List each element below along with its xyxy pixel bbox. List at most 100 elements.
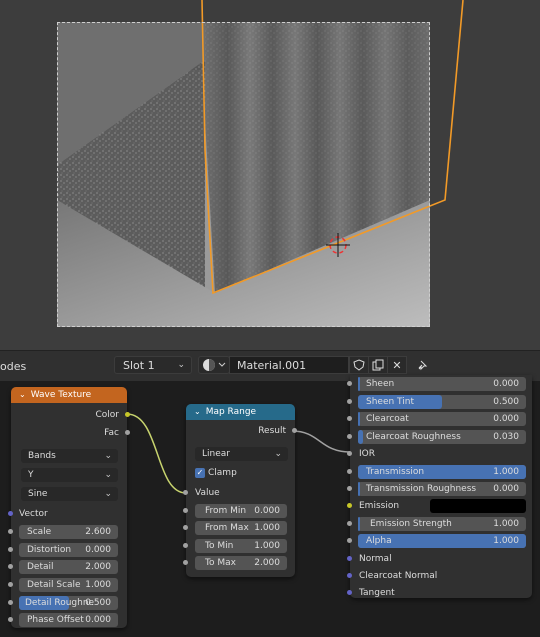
link-color-to-value: [126, 413, 187, 494]
fake-user-button[interactable]: [349, 356, 369, 374]
input-vector-socket[interactable]: [8, 511, 13, 516]
detail-field[interactable]: Detail 2.000: [19, 560, 118, 574]
slot-label: Slot 1: [123, 359, 155, 372]
link-result-to-ior: [291, 430, 351, 453]
detail-roughness-field[interactable]: Detail Roughne 0.500: [19, 596, 118, 610]
to-min-value: 1.000: [254, 541, 280, 551]
clearcoat-normal-socket[interactable]: [347, 573, 352, 578]
output-color-socket[interactable]: [125, 412, 130, 417]
sheen-socket[interactable]: [347, 381, 352, 386]
clamp-checkbox[interactable]: ✓: [195, 468, 205, 478]
to-max-socket[interactable]: [183, 560, 188, 565]
interpolation-dropdown[interactable]: Linear ⌄: [195, 447, 288, 461]
clearcoat-roughness-fill: [358, 430, 364, 444]
3d-viewport[interactable]: [0, 0, 540, 350]
from-max-value: 1.000: [254, 523, 280, 533]
ior-label: IOR: [359, 449, 375, 459]
to-max-label: To Max: [205, 558, 236, 568]
detail-socket[interactable]: [8, 564, 13, 569]
normal-socket[interactable]: [347, 556, 352, 561]
from-max-socket[interactable]: [183, 525, 188, 530]
chevron-down-icon: ⌄: [177, 360, 185, 370]
emission-socket[interactable]: [347, 503, 352, 508]
sheen-tint-field[interactable]: Sheen Tint 0.500: [358, 395, 526, 409]
transmission-roughness-field[interactable]: Transmission Roughness 0.000: [358, 482, 526, 496]
material-name-field[interactable]: Material.001: [229, 356, 349, 374]
distortion-socket[interactable]: [8, 547, 13, 552]
sheen-label: Sheen: [366, 379, 395, 389]
output-result-socket[interactable]: [292, 428, 297, 433]
transmission-roughness-value: 0.000: [493, 484, 519, 494]
map-range-node[interactable]: ⌄ Map Range Result Linear ⌄ ✓ Clamp Value …: [183, 404, 297, 577]
detail-scale-label: Detail Scale: [27, 580, 81, 590]
detail-scale-socket[interactable]: [8, 582, 13, 587]
clearcoat-value: 0.000: [493, 414, 519, 424]
to-min-field[interactable]: To Min 1.000: [195, 539, 287, 553]
phase-offset-socket[interactable]: [8, 617, 13, 622]
wave-texture-node[interactable]: ⌄ Wave Texture Color Fac Bands ⌄ Y ⌄ Sine ⌄ …: [8, 387, 130, 628]
emission-strength-field[interactable]: Emission Strength 1.000: [358, 517, 526, 531]
interpolation-value: Linear: [202, 449, 230, 459]
unlink-material-button[interactable]: ✕: [387, 356, 407, 374]
duplicate-icon: [372, 359, 384, 371]
principled-bsdf-node[interactable]: Sheen 0.000 Sheen Tint 0.500 Clearcoat 0.00…: [347, 375, 532, 598]
detail-scale-field[interactable]: Detail Scale 1.000: [19, 578, 118, 592]
tangent-socket[interactable]: [347, 590, 352, 595]
clearcoat-roughness-label: Clearcoat Roughness: [366, 432, 461, 442]
detail-roughness-socket[interactable]: [8, 600, 13, 605]
from-min-field[interactable]: From Min 0.000: [195, 504, 287, 518]
material-sphere-icon: [203, 359, 226, 371]
alpha-label: Alpha: [366, 536, 392, 546]
emission-color-swatch[interactable]: [430, 499, 526, 513]
sheen-tint-socket[interactable]: [347, 399, 352, 404]
scale-label: Scale: [27, 527, 52, 537]
chevron-down-icon: ⌄: [104, 489, 112, 499]
from-min-socket[interactable]: [183, 508, 188, 513]
distortion-field[interactable]: Distortion 0.000: [19, 543, 118, 557]
clearcoat-fill: [358, 412, 360, 426]
clearcoat-roughness-socket[interactable]: [347, 434, 352, 439]
chevron-down-icon: ⌄: [104, 451, 112, 461]
phase-offset-field[interactable]: Phase Offset 0.000: [19, 613, 118, 627]
from-max-field[interactable]: From Max 1.000: [195, 521, 287, 535]
clearcoat-normal-label: Clearcoat Normal: [359, 571, 438, 581]
alpha-field[interactable]: Alpha 1.000: [358, 534, 526, 548]
clearcoat-field[interactable]: Clearcoat 0.000: [358, 412, 526, 426]
wave-type-value: Bands: [28, 451, 56, 461]
map-range-header[interactable]: ⌄ Map Range: [186, 404, 295, 420]
emission-strength-socket[interactable]: [347, 521, 352, 526]
transmission-socket[interactable]: [347, 469, 352, 474]
pin-button[interactable]: [412, 356, 432, 374]
scale-field[interactable]: Scale 2.600: [19, 525, 118, 539]
transmission-roughness-socket[interactable]: [347, 486, 352, 491]
transmission-roughness-label: Transmission Roughness: [366, 484, 477, 494]
transmission-label: Transmission: [366, 467, 425, 477]
to-min-socket[interactable]: [183, 543, 188, 548]
input-value-socket[interactable]: [183, 490, 188, 495]
sheen-fill: [358, 377, 360, 391]
to-max-field[interactable]: To Max 2.000: [195, 556, 287, 570]
profile-dropdown[interactable]: Sine ⌄: [21, 487, 118, 501]
sheen-tint-value: 0.500: [493, 397, 519, 407]
clearcoat-roughness-field[interactable]: Clearcoat Roughness 0.030: [358, 430, 526, 444]
wave-type-dropdown[interactable]: Bands ⌄: [21, 449, 118, 463]
scale-socket[interactable]: [8, 529, 13, 534]
emission-label: Emission: [359, 501, 400, 511]
node-editor-canvas[interactable]: ⌄ Wave Texture Color Fac Bands ⌄ Y ⌄ Sine ⌄ …: [0, 375, 540, 637]
output-fac-socket[interactable]: [125, 430, 130, 435]
collapse-chevron-icon[interactable]: ⌄: [194, 404, 201, 420]
alpha-socket[interactable]: [347, 538, 352, 543]
wave-texture-header[interactable]: ⌄ Wave Texture: [11, 387, 127, 403]
alpha-value: 1.000: [493, 536, 519, 546]
transmission-field[interactable]: Transmission 1.000: [358, 465, 526, 479]
direction-dropdown[interactable]: Y ⌄: [21, 468, 118, 482]
profile-value: Sine: [28, 489, 48, 499]
detail-roughness-label: Detail Roughne: [25, 598, 95, 608]
slot-dropdown[interactable]: Slot 1 ⌄: [114, 356, 192, 374]
sheen-field[interactable]: Sheen 0.000: [358, 377, 526, 391]
clearcoat-socket[interactable]: [347, 416, 352, 421]
ior-socket[interactable]: [347, 451, 352, 456]
material-browse-button[interactable]: [198, 356, 230, 374]
new-material-button[interactable]: [368, 356, 388, 374]
collapse-chevron-icon[interactable]: ⌄: [19, 387, 26, 403]
